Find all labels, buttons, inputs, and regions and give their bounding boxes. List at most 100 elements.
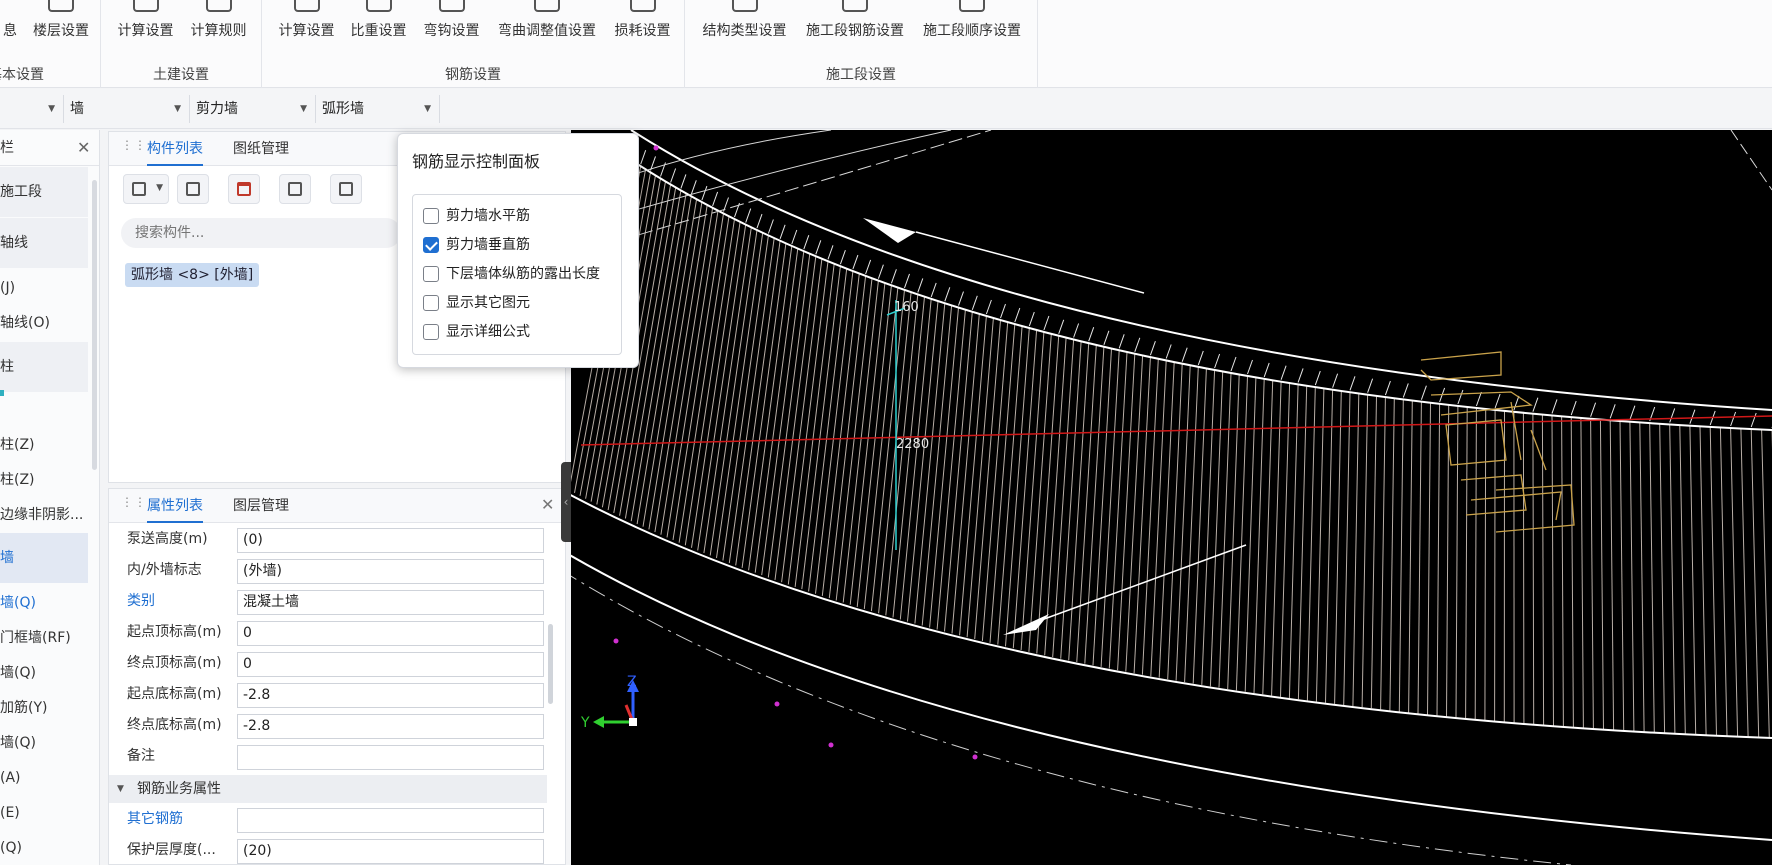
nav-item[interactable]: 边缘非阴影...: [0, 505, 88, 525]
tie-mark: [827, 245, 834, 260]
nav-item[interactable]: (E): [0, 803, 88, 823]
ribbon-button-loss-settings[interactable]: 损耗设置: [610, 0, 675, 58]
close-icon[interactable]: ✕: [541, 495, 554, 514]
ribbon-button-stage-order-settings[interactable]: 施工段顺序设置: [917, 0, 1027, 58]
property-label: 起点顶标高(m): [127, 624, 222, 640]
ribbon-button-structure-type-settings[interactable]: 结构类型设置: [697, 0, 792, 58]
nav-category-wall[interactable]: 墙: [0, 533, 88, 583]
vertical-rebar: [1334, 390, 1342, 704]
tab-layer-management[interactable]: 图层管理: [233, 489, 289, 523]
nav-item[interactable]: 门框墙(RF): [0, 628, 88, 648]
tab-drawing-management[interactable]: 图纸管理: [233, 132, 289, 166]
nav-item[interactable]: (Q): [0, 838, 88, 858]
copy-component-button[interactable]: [177, 174, 209, 204]
nav-item[interactable]: 轴线(O): [0, 313, 88, 333]
property-value-input[interactable]: [237, 808, 544, 833]
nav-item[interactable]: 加筋(Y): [0, 698, 88, 718]
new-component-button[interactable]: ▼: [123, 174, 169, 204]
nav-item[interactable]: 墙(Q): [0, 663, 88, 683]
ribbon-button-bend-adjust-settings[interactable]: 弯曲调整值设置: [492, 0, 602, 58]
checkbox-box-checked[interactable]: [423, 237, 439, 253]
property-value-input[interactable]: [237, 745, 544, 770]
tab-component-list[interactable]: 构件列表: [147, 132, 203, 166]
property-row-end-top-elev: 终点顶标高(m) 0: [109, 648, 565, 679]
property-value-input[interactable]: 0: [237, 621, 544, 646]
ribbon-button-label: 弯钩设置: [423, 23, 480, 39]
collapse-panel-handle[interactable]: ‹: [561, 462, 571, 542]
property-label: 起点底标高(m): [127, 686, 222, 702]
property-scrollbar[interactable]: [548, 624, 553, 704]
vertical-rebar: [1100, 350, 1120, 667]
property-value-input[interactable]: (20): [237, 839, 544, 864]
vertical-rebar: [1580, 417, 1584, 728]
ribbon-button-calc-settings[interactable]: 计算设置: [113, 0, 178, 58]
tie-mark: [1689, 409, 1696, 424]
vertical-rebar: [1446, 404, 1450, 717]
vertical-rebar: [761, 251, 805, 576]
close-icon[interactable]: ✕: [77, 130, 90, 166]
vertical-rebar: [1474, 407, 1477, 720]
vertical-rebar: [997, 326, 1023, 645]
property-value-input[interactable]: -2.8: [237, 683, 544, 708]
type-select[interactable]: 剪力墙 ▼: [190, 95, 316, 123]
property-value-input[interactable]: (外墙): [237, 559, 544, 584]
hook-settings-icon: [438, 0, 465, 12]
property-value-input[interactable]: (0): [237, 528, 544, 553]
nav-item[interactable]: 墙(Q): [0, 733, 88, 753]
nav-category-column[interactable]: 柱: [0, 342, 88, 392]
rebar-3d-drawing[interactable]: 160 2280 Z Y: [571, 130, 1772, 865]
chevron-down-icon: ▼: [156, 183, 163, 193]
save-component-button[interactable]: [330, 174, 362, 204]
vertical-rebar: [842, 280, 879, 603]
layers-copy-icon: [288, 182, 302, 196]
chevron-down-icon: ▼: [48, 104, 55, 114]
navigation-scrollbar[interactable]: [92, 180, 97, 470]
nav-item[interactable]: (J): [0, 278, 88, 298]
checkbox-box[interactable]: [423, 295, 439, 311]
nav-category-construction-stage[interactable]: 施工段: [0, 167, 88, 217]
ribbon-button-calc-rules[interactable]: 计算规则: [186, 0, 251, 58]
nav-category-axis[interactable]: 轴线: [0, 218, 88, 268]
nav-item[interactable]: 柱(Z): [0, 435, 88, 455]
floor-select[interactable]: ▼: [0, 95, 64, 123]
vertical-rebar: [1639, 422, 1645, 732]
property-section-rebar[interactable]: ▼ 钢筋业务属性: [109, 775, 547, 803]
vertical-rebar: [1417, 401, 1422, 714]
navigation-pane-title: 栏: [0, 140, 14, 156]
property-value-input[interactable]: -2.8: [237, 714, 544, 739]
tie-mark: [1590, 402, 1597, 417]
ribbon-button-label: 楼层设置: [33, 23, 89, 39]
property-value-input[interactable]: 0: [237, 652, 544, 677]
vertical-rebar: [1262, 380, 1274, 695]
ribbon-button-hook-settings[interactable]: 弯钩设置: [419, 0, 484, 58]
checkbox-box[interactable]: [423, 208, 439, 224]
component-list-item-selected[interactable]: 弧形墙 <8> [外墙]: [125, 263, 260, 287]
property-value-input[interactable]: 混凝土墙: [237, 590, 544, 615]
nav-item-selected[interactable]: 墙(Q): [0, 593, 88, 613]
nav-label: (A): [0, 770, 21, 786]
category-select[interactable]: 墙 ▼: [64, 95, 190, 123]
property-label: 终点顶标高(m): [127, 655, 222, 671]
tab-property-list[interactable]: 属性列表: [147, 489, 203, 523]
vertical-rebar: [767, 253, 811, 578]
tie-mark: [712, 191, 719, 207]
vertical-rebar: [1699, 426, 1707, 736]
delete-component-button[interactable]: [228, 174, 260, 204]
checkbox-box[interactable]: [423, 324, 439, 340]
ribbon-button-floor-settings[interactable]: 楼层设置: [26, 0, 96, 58]
component-select[interactable]: 弧形墙 ▼: [316, 95, 440, 123]
checkbox-box[interactable]: [423, 266, 439, 282]
drag-handle-icon[interactable]: ⋮⋮: [121, 139, 146, 158]
ribbon-button-label: 施工段顺序设置: [923, 23, 1021, 39]
ribbon-button-info[interactable]: 息: [0, 0, 20, 58]
3d-viewport[interactable]: 160 2280 Z Y: [571, 130, 1772, 865]
ribbon-button-stage-rebar-settings[interactable]: 施工段钢筋设置: [800, 0, 910, 58]
ribbon-button-rebar-calc-settings[interactable]: 计算设置: [274, 0, 339, 58]
ribbon-button-weight-settings[interactable]: 比重设置: [346, 0, 411, 58]
nav-item[interactable]: 柱(Z): [0, 470, 88, 490]
nav-item[interactable]: (A): [0, 768, 88, 788]
ribbon-group-label: 土建设置: [153, 67, 209, 83]
drag-handle-icon[interactable]: ⋮⋮: [121, 496, 146, 515]
duplicate-floor-button[interactable]: [279, 174, 311, 204]
component-search-input[interactable]: [121, 218, 401, 248]
